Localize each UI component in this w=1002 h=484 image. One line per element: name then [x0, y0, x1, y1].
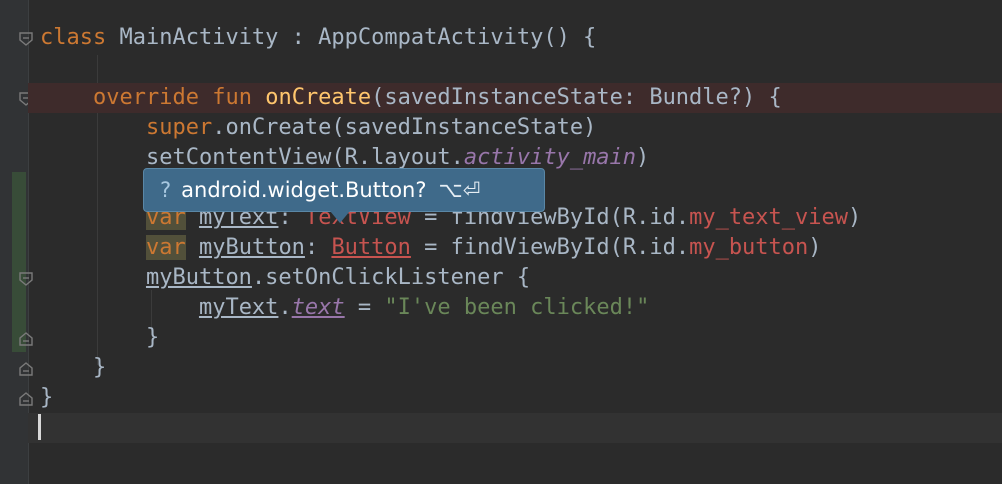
text-caret: [38, 414, 41, 440]
code-text: }: [92, 355, 107, 380]
import-suggestion: android.widget.Button?: [181, 178, 427, 202]
property: activity_main: [463, 145, 637, 170]
keyword: fun: [212, 85, 252, 110]
code-text: }: [145, 325, 160, 350]
shortcut-hint: ⌥⏎: [438, 178, 481, 202]
code-editor[interactable]: class MainActivity : AppCompatActivity()…: [28, 0, 1002, 484]
code-text: ): [848, 205, 862, 230]
code-line-13[interactable]: }: [40, 383, 1002, 413]
gutter-divider: [28, 0, 29, 484]
code-line-9[interactable]: myButton.setOnClickListener {: [40, 263, 1002, 293]
code-text: =: [344, 295, 385, 320]
fold-open-icon[interactable]: [18, 271, 34, 287]
code-text: ): [636, 145, 650, 170]
popup-pointer: [330, 211, 350, 223]
question-icon: ?: [160, 178, 172, 202]
code-text: .setOnClickListener {: [251, 265, 531, 290]
code-line-12[interactable]: }: [40, 353, 1002, 383]
current-line[interactable]: [28, 413, 1002, 443]
fold-close-icon[interactable]: [18, 331, 34, 347]
code-line-1[interactable]: class MainActivity : AppCompatActivity()…: [40, 23, 1002, 53]
code-line-3[interactable]: override fun onCreate(savedInstanceState…: [28, 83, 1002, 113]
code-line-10[interactable]: myText.text = "I've been clicked!": [40, 293, 1002, 323]
code-text: .onCreate(savedInstanceState): [212, 115, 597, 140]
vcs-change-marker[interactable]: [12, 172, 26, 352]
keyword: override: [92, 85, 199, 110]
property: text: [291, 295, 345, 320]
code-line-11[interactable]: }: [40, 323, 1002, 353]
code-text: ): [808, 235, 822, 260]
code-text: :: [304, 235, 332, 260]
code-text: .: [278, 295, 292, 320]
code-text: }: [40, 385, 54, 410]
code-line-8[interactable]: var myButton: Button = findViewById(R.id…: [40, 233, 1002, 263]
code-text: = findViewById(R.id.: [410, 235, 690, 260]
keyword: class: [40, 25, 107, 50]
variable-name: myButton: [198, 235, 305, 260]
function-name: onCreate: [265, 85, 372, 110]
fold-close-icon[interactable]: [18, 391, 34, 407]
variable-name: myText: [198, 295, 279, 320]
code-text: setContentView(R.layout.: [145, 145, 464, 170]
resource-id: my_button: [689, 235, 809, 260]
fold-close-icon[interactable]: [18, 361, 34, 377]
code-text: MainActivity : AppCompatActivity() {: [106, 25, 597, 50]
resource-id: my_text_view: [689, 205, 849, 230]
unresolved-type[interactable]: Button: [331, 235, 410, 260]
code-text: (savedInstanceState: Bundle?) {: [371, 85, 782, 110]
keyword: super: [145, 115, 213, 140]
fold-open-icon[interactable]: [18, 31, 34, 47]
import-hint-popup[interactable]: ? android.widget.Button? ⌥⏎: [143, 168, 545, 212]
variable-name: myButton: [145, 265, 252, 290]
code-line-4[interactable]: super.onCreate(savedInstanceState): [40, 113, 1002, 143]
keyword: var: [145, 235, 186, 260]
string-literal: "I've been clicked!": [384, 295, 650, 320]
